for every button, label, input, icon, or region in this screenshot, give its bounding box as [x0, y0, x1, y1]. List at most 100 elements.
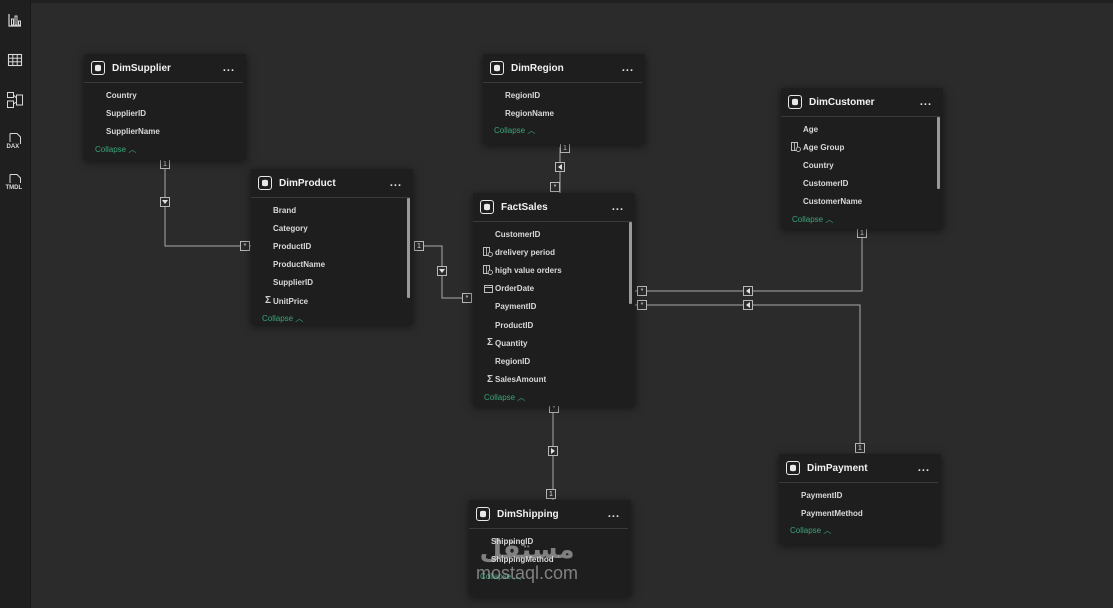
more-options-button[interactable]: ... — [622, 62, 634, 74]
scrollbar[interactable] — [937, 117, 940, 189]
field-row[interactable]: SupplierName — [84, 122, 246, 140]
field-row[interactable]: Σ Quantity — [473, 334, 635, 352]
collapse-button[interactable]: Collapse ︿ — [84, 144, 246, 155]
field-row[interactable]: OrderDate — [473, 280, 635, 298]
field-row[interactable]: PaymentMethod — [779, 504, 941, 522]
field-name: SupplierID — [273, 278, 314, 288]
collapse-label: Collapse — [790, 526, 822, 536]
cardinality-one: 1 — [414, 241, 424, 251]
collapse-button[interactable]: Collapse ︿ — [251, 313, 413, 324]
more-options-button[interactable]: ... — [223, 62, 235, 74]
field-row[interactable]: Brand — [251, 201, 413, 219]
cardinality-many: * — [240, 241, 250, 251]
filter-direction-right-icon[interactable] — [548, 446, 558, 456]
table-header[interactable]: DimSupplier ... — [84, 54, 243, 83]
more-options-button[interactable]: ... — [390, 177, 402, 189]
more-options-button[interactable]: ... — [918, 462, 930, 474]
table-icon — [258, 176, 272, 190]
field-row[interactable]: SupplierID — [84, 104, 246, 122]
more-options-button[interactable]: ... — [612, 201, 624, 213]
field-name: Quantity — [495, 338, 528, 348]
collapse-button[interactable]: Collapse ︿ — [781, 214, 943, 225]
filter-direction-down-icon[interactable] — [437, 266, 447, 276]
field-row[interactable]: ProductID — [251, 237, 413, 255]
table-name: DimCustomer — [809, 96, 875, 108]
rel-line-supplier-product — [164, 160, 252, 247]
filter-direction-left-icon[interactable] — [555, 162, 565, 172]
field-row[interactable]: CustomerID — [473, 225, 635, 243]
field-row[interactable]: RegionName — [483, 104, 645, 122]
field-row[interactable]: CustomerName — [781, 193, 943, 211]
table-header[interactable]: FactSales ... — [473, 193, 632, 222]
field-row[interactable]: Σ SalesAmount — [473, 371, 635, 389]
field-name: UnitPrice — [273, 296, 309, 306]
field-name: Category — [273, 223, 308, 233]
scrollbar[interactable] — [629, 222, 632, 304]
field-row[interactable]: high value orders — [473, 261, 635, 279]
cardinality-many: * — [462, 293, 472, 303]
table-header[interactable]: DimPayment ... — [779, 454, 938, 483]
field-row[interactable]: RegionID — [473, 352, 635, 370]
calculated-column-icon — [473, 247, 495, 258]
table-card-factsales[interactable]: FactSales ... CustomerID drelivery period… — [473, 193, 635, 406]
field-row[interactable]: Σ UnitPrice — [251, 292, 413, 310]
table-card-dimcustomer[interactable]: DimCustomer ... Age Age Group Country Custo… — [781, 88, 943, 229]
field-name: SupplierName — [106, 126, 160, 136]
field-row[interactable]: drelivery period — [473, 243, 635, 261]
cardinality-one: 1 — [857, 228, 867, 238]
table-header[interactable]: DimShipping ... — [469, 500, 628, 529]
table-name: DimShipping — [497, 508, 559, 520]
cardinality-many: * — [637, 300, 647, 310]
field-row[interactable]: SupplierID — [251, 274, 413, 292]
field-row[interactable]: PaymentID — [779, 486, 941, 504]
table-card-dimregion[interactable]: DimRegion ... RegionID RegionName Collaps… — [483, 54, 645, 144]
field-name: CustomerID — [495, 229, 541, 239]
more-options-button[interactable]: ... — [920, 96, 932, 108]
collapse-label: Collapse — [262, 314, 294, 324]
field-row[interactable]: Country — [781, 156, 943, 174]
field-row[interactable]: RegionID — [483, 86, 645, 104]
table-icon — [480, 200, 494, 214]
filter-direction-down-icon[interactable] — [160, 197, 170, 207]
table-icon — [490, 61, 504, 75]
more-options-button[interactable]: ... — [608, 508, 620, 520]
field-name: Country — [106, 90, 137, 100]
collapse-label: Collapse — [792, 214, 824, 224]
table-card-dimpayment[interactable]: DimPayment ... PaymentID PaymentMethod Co… — [779, 454, 941, 544]
filter-direction-left-icon[interactable] — [743, 300, 753, 310]
field-name: drelivery period — [495, 247, 556, 257]
field-row[interactable]: CustomerID — [781, 175, 943, 193]
calculated-column-icon — [473, 265, 495, 276]
field-row[interactable]: Country — [84, 86, 246, 104]
scrollbar[interactable] — [407, 198, 410, 298]
calculated-column-icon — [781, 142, 803, 153]
table-header[interactable]: DimProduct ... — [251, 169, 410, 198]
sigma-icon: Σ — [264, 295, 271, 307]
collapse-button[interactable]: Collapse ︿ — [473, 392, 635, 403]
cardinality-many: * — [550, 182, 560, 192]
field-name: Age Group — [803, 142, 845, 152]
watermark-arabic: مستقل — [479, 535, 575, 565]
table-name: DimPayment — [807, 462, 868, 474]
table-header[interactable]: DimCustomer ... — [781, 88, 940, 117]
field-name: high value orders — [495, 265, 562, 275]
field-row[interactable]: Category — [251, 219, 413, 237]
table-header[interactable]: DimRegion ... — [483, 54, 642, 83]
field-row[interactable]: ProductName — [251, 256, 413, 274]
collapse-button[interactable]: Collapse ︿ — [779, 525, 941, 536]
field-name: CustomerID — [803, 179, 849, 189]
field-row[interactable]: Age — [781, 120, 943, 138]
field-list: Brand Category ProductID ProductName Supplie… — [251, 198, 413, 310]
table-icon — [476, 507, 490, 521]
field-row[interactable]: Age Group — [781, 138, 943, 156]
collapse-button[interactable]: Collapse ︿ — [483, 125, 645, 136]
field-row[interactable]: ProductID — [473, 316, 635, 334]
field-list: Age Age Group Country CustomerID CustomerNam… — [781, 117, 943, 211]
table-card-dimsupplier[interactable]: DimSupplier ... Country SupplierID Supplie… — [84, 54, 246, 160]
field-name: OrderDate — [495, 284, 535, 294]
field-row[interactable]: PaymentID — [473, 298, 635, 316]
field-name: Brand — [273, 205, 297, 215]
filter-direction-left-icon[interactable] — [743, 286, 753, 296]
table-card-dimproduct[interactable]: DimProduct ... Brand Category ProductID Pro… — [251, 169, 413, 324]
field-name: SupplierID — [106, 108, 147, 118]
